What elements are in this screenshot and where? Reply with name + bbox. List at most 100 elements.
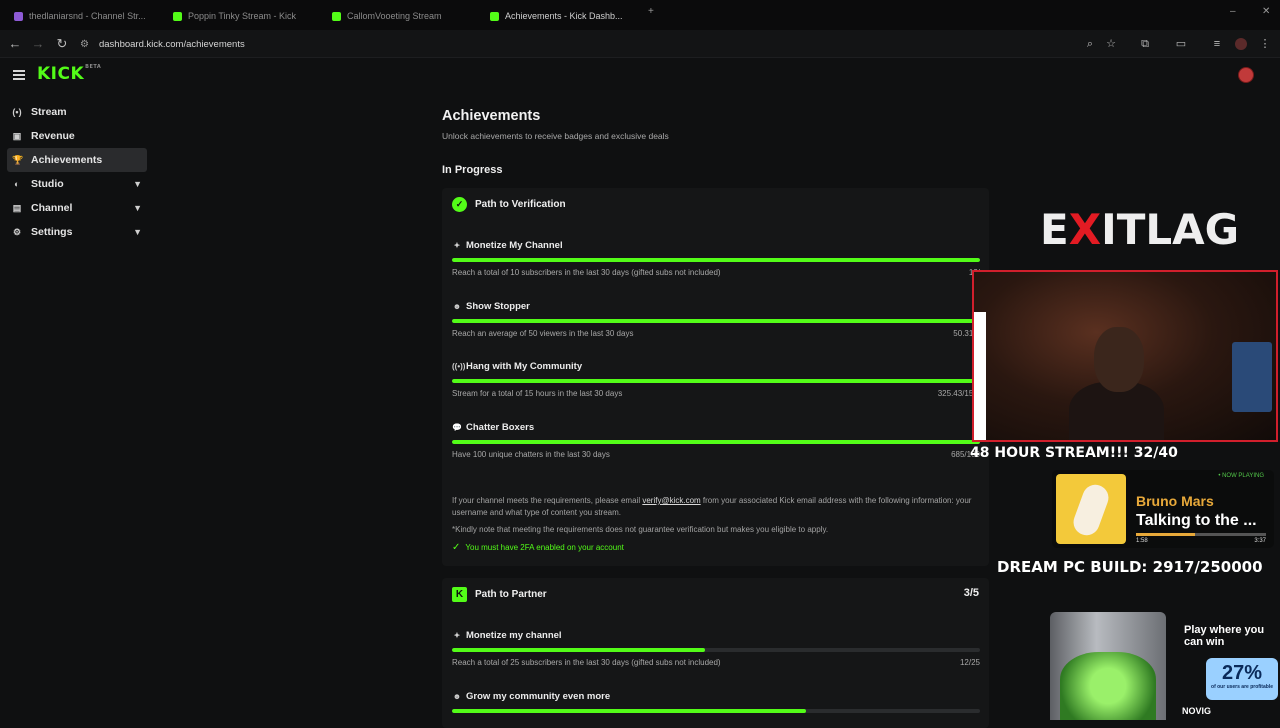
check-icon: ✓ xyxy=(452,542,461,553)
card-header: K Path to Partner xyxy=(452,587,547,602)
task-description: Reach a total of 25 subscribers in the l… xyxy=(452,658,721,667)
sidebar-item-settings[interactable]: ⚙ Settings ▼ xyxy=(0,220,155,244)
zoom-icon[interactable]: ⌕ xyxy=(1083,37,1097,51)
minimize-icon[interactable]: – xyxy=(1230,6,1236,17)
donation-cup-graphic xyxy=(1050,612,1166,720)
progress-bar xyxy=(452,709,980,713)
progress-fill xyxy=(452,648,706,652)
profile-avatar[interactable] xyxy=(1235,38,1247,50)
now-playing-label: • NOW PLAYING xyxy=(1218,473,1264,479)
sidebar-item-revenue[interactable]: ▣ Revenue xyxy=(0,124,155,148)
browser-tab-active[interactable]: Achievements - Kick Dashb... xyxy=(490,6,640,26)
progress-bar xyxy=(452,258,980,262)
progress-bar xyxy=(452,440,980,444)
chevron-down-icon[interactable]: ▼ xyxy=(133,179,142,189)
exitlag-sponsor-logo: EXITLAG xyxy=(1040,205,1239,254)
sidebar-item-channel[interactable]: ▤ Channel ▼ xyxy=(0,196,155,220)
verify-email-link[interactable]: verify@kick.com xyxy=(642,496,700,505)
progress-bar xyxy=(452,379,980,383)
close-window-icon[interactable]: ✕ xyxy=(1262,6,1270,17)
task-progress-value: 12/25 xyxy=(959,658,980,667)
logo-beta-tag: BETA xyxy=(85,64,102,70)
info-text: If your channel meets the requirements, … xyxy=(452,496,643,505)
reading-list-icon[interactable]: ≡ xyxy=(1210,37,1224,51)
novig-ad-overlay: Play where you can win 27% of our users a… xyxy=(1176,618,1280,720)
sidebar-item-achievements[interactable]: 🏆 Achievements xyxy=(7,148,147,172)
task-description: Reach an average of 50 viewers in the la… xyxy=(452,329,634,338)
hamburger-menu-icon[interactable] xyxy=(13,70,25,80)
sponsor-text: ITLAG xyxy=(1101,205,1240,254)
task-heading: ✦ Monetize My Channel xyxy=(452,240,563,251)
gear-icon: ⚙ xyxy=(12,226,22,237)
stream-goal-hours: 48 HOUR STREAM!!! 32/40 xyxy=(970,445,1178,461)
task-description: Stream for a total of 15 hours in the la… xyxy=(452,389,623,398)
url-field[interactable]: ⚙ dashboard.kick.com/achievements xyxy=(80,33,1130,55)
sponsor-text: X xyxy=(1068,205,1102,254)
sidebar-item-label: Revenue xyxy=(31,130,75,142)
chat-icon: 💬 xyxy=(452,423,462,432)
page-subtitle: Unlock achievements to receive badges an… xyxy=(442,131,669,141)
sidebar-item-stream[interactable]: (•) Stream xyxy=(0,100,155,124)
task-title: Monetize My Channel xyxy=(466,240,563,251)
browser-tab[interactable]: CallomVooeting Stream xyxy=(332,6,482,26)
cast-icon[interactable]: ▭ xyxy=(1174,37,1188,51)
sidebar-item-label: Studio xyxy=(31,178,64,190)
verification-info: If your channel meets the requirements, … xyxy=(452,495,977,519)
back-icon[interactable]: ← xyxy=(7,36,23,52)
tab-favicon xyxy=(332,11,341,21)
song-duration: 3:37 xyxy=(1254,538,1266,544)
viewers-icon: ☻ xyxy=(452,302,462,311)
reload-icon[interactable]: ↻ xyxy=(54,36,70,52)
chevron-down-icon[interactable]: ▼ xyxy=(133,203,142,213)
bookmark-star-icon[interactable]: ☆ xyxy=(1104,37,1118,51)
sidebar-item-studio[interactable]: ◐ Studio ▼ xyxy=(0,172,155,196)
extensions-icon[interactable]: ⧉ xyxy=(1138,37,1152,51)
webcam-overlay xyxy=(972,270,1278,442)
kick-badge-icon: K xyxy=(452,587,467,602)
user-avatar[interactable] xyxy=(1238,67,1254,83)
trophy-icon: 🏆 xyxy=(12,154,24,165)
site-info-icon[interactable]: ⚙ xyxy=(80,39,89,50)
browser-tab[interactable]: thedlaniarsnd - Channel Str... xyxy=(14,6,164,26)
task-heading: ☻ Grow my community even more xyxy=(452,691,610,702)
card-title: Path to Verification xyxy=(475,199,566,210)
ad-percent: 27% xyxy=(1221,662,1263,684)
section-heading: In Progress xyxy=(442,164,503,176)
sidebar-item-label: Achievements xyxy=(31,154,103,166)
sidebar-item-label: Settings xyxy=(31,226,73,238)
task-title: Monetize my channel xyxy=(466,630,562,641)
progress-bar xyxy=(452,648,980,652)
progress-fill xyxy=(452,709,806,713)
progress-fill xyxy=(452,258,980,262)
task-description: Have 100 unique chatters in the last 30 … xyxy=(452,450,610,459)
card-header: ✓ Path to Verification xyxy=(452,197,566,212)
tab-label: CallomVooeting Stream xyxy=(347,11,442,21)
page-title: Achievements xyxy=(442,108,541,124)
new-tab-icon[interactable]: + xyxy=(648,6,654,17)
signal-icon: ((•)) xyxy=(452,362,466,371)
sidebar-item-label: Stream xyxy=(31,106,67,118)
tab-favicon xyxy=(14,11,23,21)
verification-card: ✓ Path to Verification ✦ Monetize My Chann… xyxy=(442,188,989,566)
song-title: Talking to the ... xyxy=(1136,512,1257,529)
card-title: Path to Partner xyxy=(475,589,547,600)
task-heading: 💬 Chatter Boxers xyxy=(452,422,534,433)
more-menu-icon[interactable]: ⋮ xyxy=(1258,37,1272,51)
viewers-icon: ☻ xyxy=(452,692,462,701)
browser-tab[interactable]: Poppin Tinky Stream - Kick xyxy=(173,6,323,26)
tab-label: Poppin Tinky Stream - Kick xyxy=(188,11,297,21)
song-elapsed: 1:58 xyxy=(1136,538,1148,544)
task-title: Grow my community even more xyxy=(466,691,611,702)
sidebar-nav: (•) Stream ▣ Revenue 🏆 Achievements ◐ Studio… xyxy=(0,100,155,244)
album-art xyxy=(1056,474,1126,544)
task-heading: ((•)) Hang with My Community xyxy=(452,361,582,372)
card-progress-count: 3/5 xyxy=(963,587,979,599)
logo-text: KICK xyxy=(37,64,85,84)
forward-icon[interactable]: → xyxy=(30,36,46,52)
chevron-down-icon[interactable]: ▼ xyxy=(133,227,142,237)
wallet-icon: ▣ xyxy=(12,130,22,141)
kick-logo[interactable]: KICKBETA xyxy=(37,64,101,84)
progress-bar xyxy=(452,319,980,323)
partner-card: K Path to Partner 3/5 ✦ Monetize my channe… xyxy=(442,578,989,728)
verification-note: *Kindly note that meeting the requiremen… xyxy=(452,525,829,534)
